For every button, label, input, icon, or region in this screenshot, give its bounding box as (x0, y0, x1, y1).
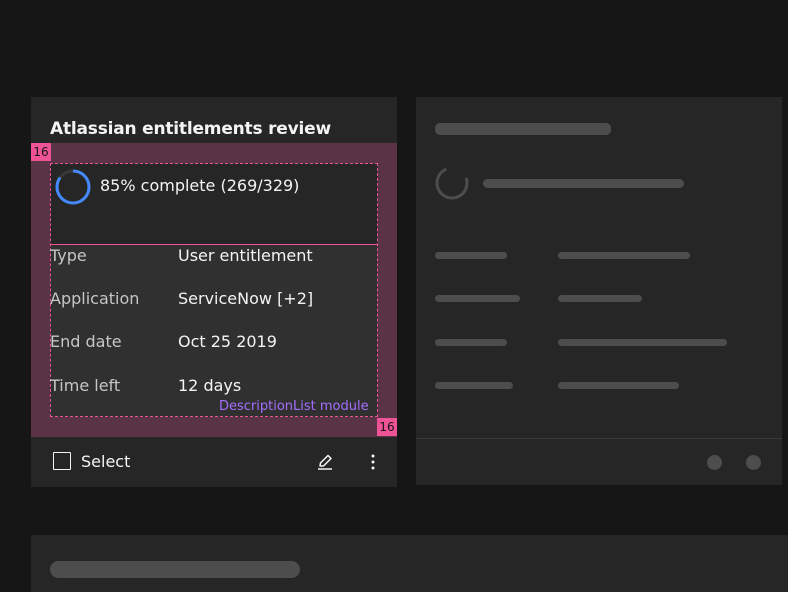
dl-term: End date (50, 332, 122, 351)
description-list-module: 85% complete (269/329) Type User entitle… (50, 163, 378, 417)
skeleton-dot (746, 455, 761, 470)
dl-description: User entitlement (178, 246, 313, 265)
dl-term: Application (50, 289, 140, 308)
select-checkbox[interactable] (53, 452, 71, 470)
skeleton-description (558, 339, 727, 346)
skeleton-description (558, 295, 642, 302)
dl-term: Type (50, 246, 87, 265)
entitlement-review-card: Atlassian entitlements review 85% comple… (31, 97, 397, 487)
skeleton-description (558, 252, 690, 259)
skeleton-card-bottom (31, 535, 788, 592)
skeleton-term (435, 252, 507, 259)
skeleton-term (435, 382, 513, 389)
progress-section: 85% complete (269/329) (51, 164, 377, 245)
skeleton-divider (416, 438, 782, 439)
section-divider (50, 244, 378, 245)
spacing-overlay: 85% complete (269/329) Type User entitle… (31, 143, 397, 437)
edit-icon[interactable] (315, 452, 335, 472)
dl-description: ServiceNow [+2] (178, 289, 314, 308)
card-footer: Select (31, 437, 397, 487)
skeleton-title (435, 123, 611, 135)
skeleton-term (435, 339, 507, 346)
dl-term: Time left (50, 376, 121, 395)
skeleton-title (50, 561, 300, 578)
skeleton-term (435, 295, 520, 302)
progress-ring-icon (55, 169, 91, 205)
module-label: DescriptionList module (219, 399, 369, 414)
dl-row-type: Type User entitlement (50, 246, 377, 276)
skeleton-spinner-icon (435, 166, 469, 200)
overflow-menu-icon[interactable] (363, 452, 383, 472)
progress-text: 85% complete (269/329) (100, 176, 300, 195)
select-label[interactable]: Select (81, 452, 130, 471)
skeleton-progress-text (483, 179, 684, 188)
dl-description: 12 days (178, 376, 242, 395)
skeleton-card (416, 97, 782, 485)
card-title: Atlassian entitlements review (50, 119, 331, 139)
dl-row-application: Application ServiceNow [+2] (50, 289, 377, 319)
spacing-badge-bottom-right: 16 (377, 418, 397, 436)
dl-description: Oct 25 2019 (178, 332, 277, 351)
dl-row-end-date: End date Oct 25 2019 (50, 332, 377, 362)
spacing-badge-top-left: 16 (31, 143, 51, 161)
skeleton-description (558, 382, 679, 389)
skeleton-dot (707, 455, 722, 470)
